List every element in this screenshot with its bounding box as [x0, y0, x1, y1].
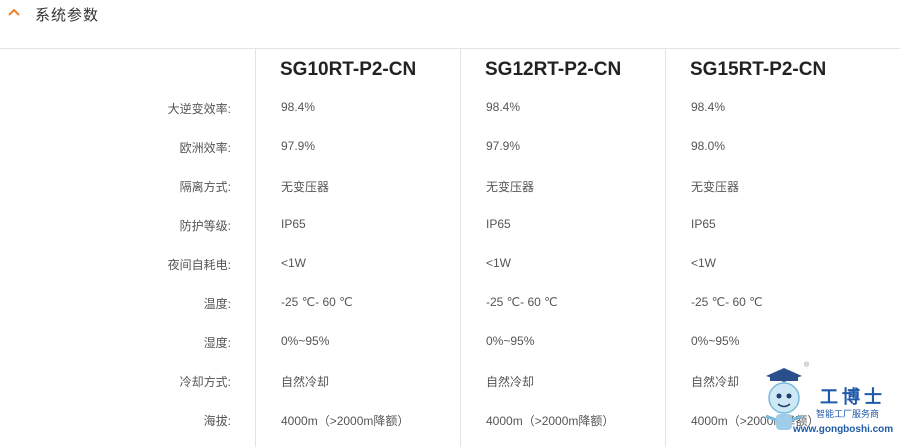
table-cell: 0%~95%	[281, 334, 330, 348]
section-header[interactable]: 系统参数	[0, 0, 900, 32]
table-cell: 4000m（>2000m降额）	[281, 414, 410, 428]
table-cell: 自然冷却	[486, 375, 535, 389]
table-cell: <1W	[281, 256, 307, 270]
row-label-efficiency: 大逆变效率:	[167, 102, 231, 116]
table-cell: -25 ℃- 60 ℃	[486, 295, 558, 309]
row-label-protection: 防护等级:	[179, 219, 231, 233]
row-label-humidity: 湿度:	[203, 336, 231, 350]
table-cell: 97.9%	[281, 139, 316, 153]
model-header-sg12rt: SG12RT-P2-CN	[485, 59, 622, 80]
table-cell: 98.4%	[486, 100, 521, 114]
model-header-sg15rt: SG15RT-P2-CN	[690, 59, 827, 80]
table-cell: 97.9%	[486, 139, 521, 153]
row-label-euro-efficiency: 欧洲效率:	[179, 141, 231, 155]
table-cell: 无变压器	[486, 180, 535, 194]
table-cell: 0%~95%	[691, 334, 740, 348]
table-cell: 0%~95%	[486, 334, 535, 348]
table-cell: 98.4%	[281, 100, 316, 114]
header-divider	[0, 48, 900, 49]
row-label-night-consumption: 夜间自耗电:	[167, 258, 231, 272]
watermark-name: 工博士	[820, 387, 886, 408]
table-cell: -25 ℃- 60 ℃	[691, 295, 763, 309]
registered-mark: ®	[804, 362, 810, 369]
model-header-sg10rt: SG10RT-P2-CN	[280, 59, 417, 80]
table-cell: 98.4%	[691, 100, 726, 114]
column-divider	[255, 49, 256, 447]
table-cell: <1W	[691, 256, 717, 270]
table-cell: 4000m（>2000m降额）	[486, 414, 615, 428]
table-cell: 无变压器	[281, 180, 330, 194]
table-cell: -25 ℃- 60 ℃	[281, 295, 353, 309]
row-label-temperature: 温度:	[203, 297, 231, 311]
row-label-altitude: 海拔:	[203, 414, 231, 428]
watermark-url: www.gongboshi.com	[793, 424, 894, 435]
chevron-up-icon[interactable]	[7, 6, 21, 18]
section-title: 系统参数	[35, 7, 100, 24]
table-cell: IP65	[691, 217, 716, 231]
table-cell: 无变压器	[691, 180, 740, 194]
table-cell: 98.0%	[691, 139, 726, 153]
table-cell: <1W	[486, 256, 512, 270]
row-label-isolation: 隔离方式:	[179, 180, 231, 194]
table-cell: IP65	[486, 217, 511, 231]
column-divider	[460, 49, 461, 447]
table-cell: IP65	[281, 217, 306, 231]
table-cell: 自然冷却	[691, 375, 740, 389]
row-label-cooling: 冷却方式:	[179, 375, 231, 389]
table-cell: 自然冷却	[281, 375, 330, 389]
column-divider	[665, 49, 666, 447]
watermark-subtitle: 智能工厂服务商	[816, 409, 880, 419]
